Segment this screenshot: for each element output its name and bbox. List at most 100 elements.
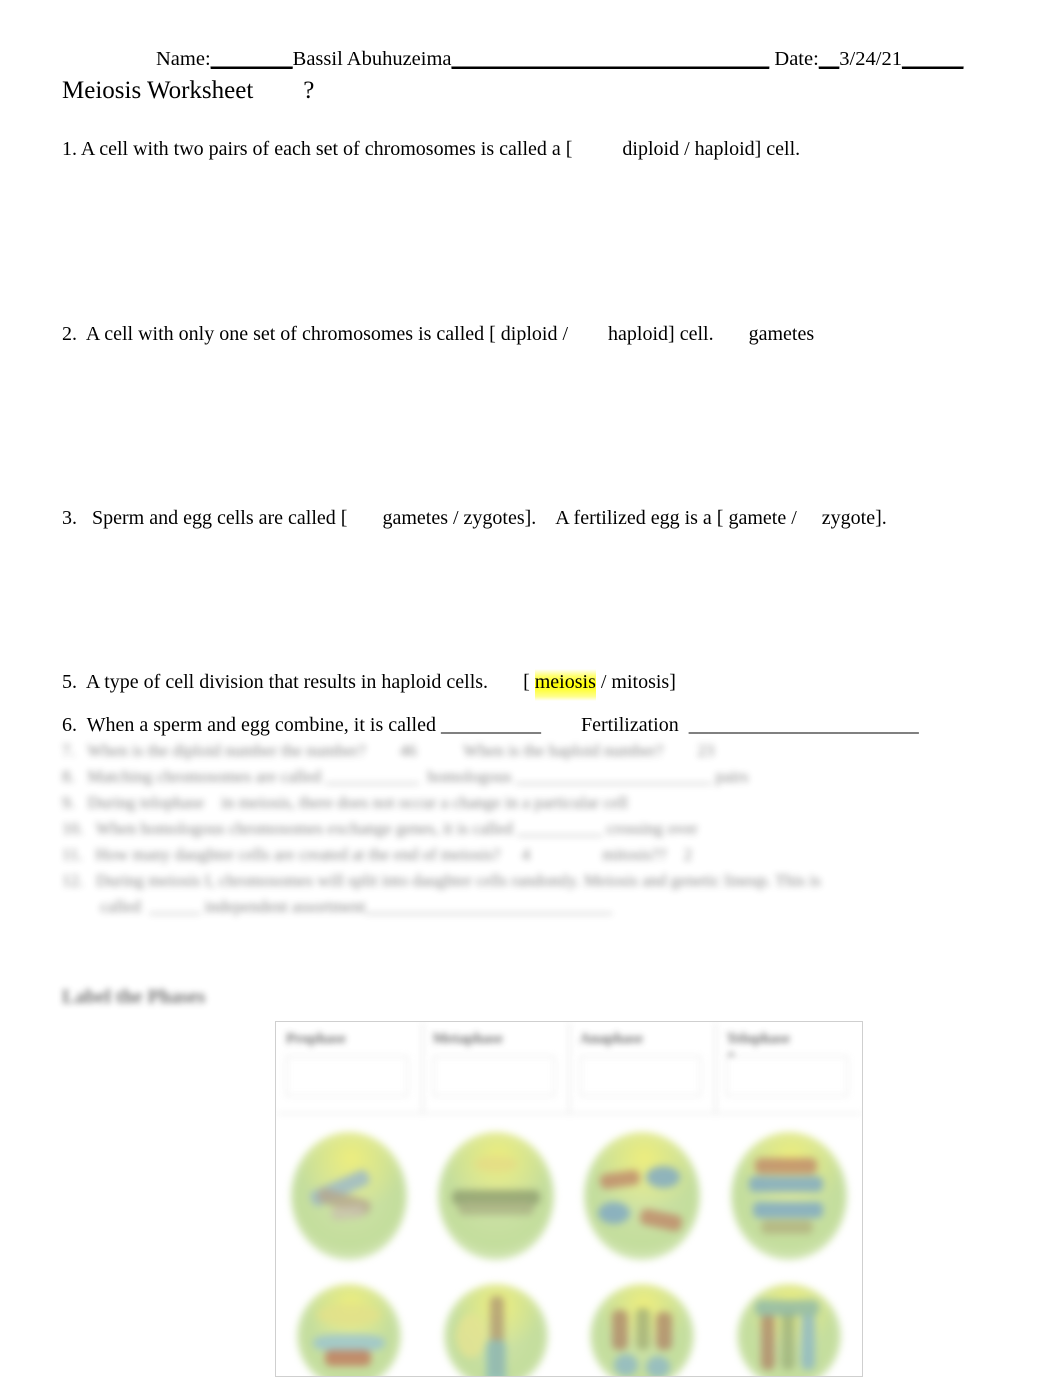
meiosis-cell-diagram-5-icon — [297, 1284, 402, 1376]
date-label: Date: — [774, 48, 819, 70]
question-3-number: 3. — [62, 507, 77, 529]
chromosome-shape — [599, 1168, 642, 1190]
date-value[interactable]: 3/24/21 — [839, 48, 902, 70]
chromosome-shape — [800, 1314, 815, 1370]
phase-answer-blank-prophase[interactable] — [286, 1056, 408, 1096]
question-6-answer[interactable]: Fertilization — [581, 714, 679, 736]
chromosome-shape — [760, 1314, 775, 1370]
worksheet-page: Name:________Bassil Abuhuzeima__________… — [0, 0, 1062, 1377]
question-1-gap — [572, 138, 622, 160]
chromosome-shape — [748, 1175, 823, 1192]
question-3: 3. Sperm and egg cells are called [ game… — [62, 505, 887, 531]
obscured-line-7: 7. When is the diploid number the number… — [62, 741, 715, 760]
meiosis-cell-diagram-8-icon — [736, 1284, 841, 1376]
chromosome-shape — [612, 1310, 629, 1350]
question-1-text: A cell with two pairs of each set of chr… — [77, 138, 573, 160]
chromosome-shape — [780, 1310, 795, 1370]
chromosome-shape — [485, 1340, 506, 1376]
page-title: Meiosis Worksheet ? — [62, 76, 314, 106]
phase-name-metaphase: Metaphase — [432, 1031, 503, 1047]
question-3-gap — [347, 507, 382, 529]
phase-answer-blank-anaphase[interactable] — [579, 1056, 702, 1096]
cell-diagram-container-4 — [716, 1114, 863, 1277]
phase-name-anaphase: Anaphase — [579, 1031, 643, 1047]
question-5-bracket-open: [ — [523, 671, 535, 693]
question-3-options[interactable]: gametes / zygotes]. — [382, 507, 536, 529]
name-leading-rule: ________ — [210, 48, 293, 70]
question-5-number: 5. — [62, 671, 77, 693]
meiosis-cell-diagram-7-icon — [590, 1284, 695, 1376]
question-2-gap — [568, 323, 608, 345]
cell-diagram-row-2 — [276, 1277, 863, 1376]
question-6: 6. When a sperm and egg combine, it is c… — [62, 712, 919, 738]
chromosome-shape — [646, 1165, 681, 1188]
phase-label-row: Prophase Metaphase Anaphase Telophase & … — [276, 1022, 862, 1114]
meiosis-cell-diagram-4-icon — [730, 1131, 847, 1260]
chromosome-shape — [754, 1157, 817, 1174]
student-name-value[interactable]: Bassil Abuhuzeima — [293, 48, 452, 70]
question-2-text: A cell with only one set of chromosomes … — [77, 323, 569, 345]
chromosome-shape — [636, 1308, 651, 1350]
name-label: Name: — [156, 48, 211, 70]
chromosome-shape — [614, 1354, 639, 1376]
question-2-options[interactable]: haploid] cell. — [608, 323, 714, 345]
obscured-line-10: 10. When homologous chromosomes exchange… — [62, 819, 698, 838]
cell-diagram-container-7 — [569, 1277, 716, 1376]
chromosome-shape — [646, 1356, 671, 1376]
obscured-line-12: 12. During meiosis I, chromosomes will s… — [62, 871, 821, 890]
chromosome-shape — [754, 1300, 819, 1316]
question-5-gap — [488, 671, 523, 693]
cell-diagram-container-2 — [423, 1114, 570, 1277]
chromosome-shape — [455, 1314, 486, 1358]
question-6-blank-1[interactable]: __________ — [441, 714, 541, 736]
question-5: 5. A type of cell division that results … — [62, 669, 676, 701]
meiosis-cell-diagram-2-icon — [437, 1131, 554, 1260]
meiosis-cell-diagram-3-icon — [584, 1131, 701, 1260]
name-date-header: Name:________Bassil Abuhuzeima__________… — [62, 46, 1000, 72]
date-leading-rule: __ — [818, 48, 840, 70]
question-5-highlighted-answer[interactable]: meiosis — [534, 669, 596, 701]
chromosome-shape — [656, 1312, 673, 1350]
phase-answer-blank-telophase[interactable] — [726, 1056, 848, 1096]
question-3-answer[interactable]: A fertilized egg is a [ gamete / zygote]… — [536, 507, 887, 529]
name-trailing-rule: _______________________________ — [451, 48, 770, 70]
question-2-answer[interactable]: gametes — [714, 323, 815, 345]
cell-diagram-container-3 — [569, 1114, 716, 1277]
cell-diagram-container-8 — [716, 1277, 863, 1376]
chromosome-shape — [457, 1201, 534, 1215]
phase-column-telophase: Telophase & Cytokinesis — [716, 1022, 862, 1113]
meiosis-cell-diagram-1-icon — [291, 1131, 408, 1260]
chromosome-shape — [473, 1155, 518, 1172]
chromosome-shape — [325, 1350, 372, 1366]
obscured-line-9: 9. During telophase in meiosis, there do… — [62, 793, 629, 812]
question-2-number: 2. — [62, 323, 77, 345]
obscured-line-13: called ______ independent assortment____… — [62, 897, 613, 916]
question-5-text: A type of cell division that results in … — [77, 671, 489, 693]
chromosome-shape — [330, 1203, 366, 1221]
chromosome-shape — [752, 1201, 823, 1218]
question-6-number: 6. — [62, 714, 77, 736]
phase-column-prophase: Prophase — [276, 1022, 423, 1113]
phase-column-metaphase: Metaphase — [423, 1022, 570, 1113]
chromosome-shape — [760, 1219, 813, 1234]
date-trailing-rule: ______ — [901, 48, 964, 70]
obscured-line-8: 8. Matching chromosomes are called _____… — [62, 767, 749, 786]
chromosome-shape — [317, 1304, 382, 1326]
question-6-gap — [541, 714, 581, 736]
question-6-blank-2[interactable]: _______________________ — [679, 714, 919, 736]
cell-diagram-row-1 — [276, 1114, 862, 1277]
label-the-phases-heading: Label the Phases — [62, 986, 206, 1008]
question-2: 2. A cell with only one set of chromosom… — [62, 321, 814, 347]
question-6-text: When a sperm and egg combine, it is call… — [77, 714, 441, 736]
chromosome-shape — [639, 1207, 684, 1232]
cell-diagram-container-6 — [423, 1277, 570, 1376]
question-1-options[interactable]: diploid / haploid] cell. — [622, 138, 800, 160]
obscured-questions-block: 7. When is the diploid number the number… — [62, 738, 1006, 926]
phases-table: Prophase Metaphase Anaphase Telophase & … — [275, 1021, 863, 1377]
cell-diagram-container-5 — [276, 1277, 423, 1376]
question-5-options-rest[interactable]: / mitosis] — [596, 671, 676, 693]
phase-name-prophase: Prophase — [286, 1031, 346, 1047]
obscured-line-11: 11. How many daughter cells are created … — [62, 845, 693, 864]
phase-answer-blank-metaphase[interactable] — [432, 1056, 555, 1096]
meiosis-cell-diagram-6-icon — [443, 1284, 548, 1376]
